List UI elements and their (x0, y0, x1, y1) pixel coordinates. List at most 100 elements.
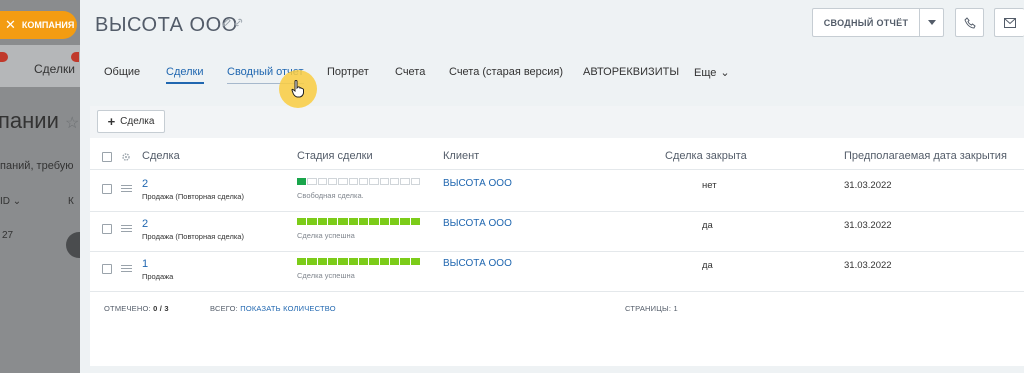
stage-segment[interactable] (410, 218, 420, 225)
tab-invoices[interactable]: Счета (395, 66, 425, 78)
stage-segment[interactable] (358, 178, 369, 185)
stage-segment[interactable] (297, 258, 307, 265)
link-icon[interactable] (234, 18, 243, 27)
background-k-header: К (68, 196, 74, 207)
close-icon: ✕ (5, 17, 16, 32)
stage-segment[interactable] (369, 178, 379, 185)
deal-link[interactable]: 1 (142, 258, 148, 270)
stage-segment[interactable] (327, 178, 338, 185)
stage-segment[interactable] (348, 178, 358, 185)
stage-segment[interactable] (400, 218, 410, 225)
stage-segment[interactable] (348, 218, 358, 225)
drag-handle-icon[interactable] (121, 263, 132, 274)
deals-grid-card: + Сделка Сделка Стадия сделки Клиент Сде… (90, 106, 1024, 366)
table-row[interactable]: 1 Продажа Сделка успешна ВЫСОТА ООО да 3… (90, 252, 1024, 292)
stage-progress-bar[interactable] (297, 178, 420, 185)
column-header-deal[interactable]: Сделка (142, 150, 180, 162)
stage-segment[interactable] (317, 258, 327, 265)
stage-segment[interactable] (307, 258, 317, 265)
stage-segment[interactable] (317, 218, 327, 225)
stage-segment[interactable] (358, 218, 369, 225)
column-header-close-date[interactable]: Предполагаемая дата закрытия (844, 150, 1007, 162)
stage-segment[interactable] (400, 178, 410, 185)
stage-segment[interactable] (410, 178, 420, 185)
stage-segment[interactable] (379, 258, 389, 265)
background-page: ✕ КОМПАНИЯ Сделки пании ☆ паний, требую … (0, 0, 80, 373)
table-row[interactable]: 2 Продажа (Повторная сделка) Свободная с… (90, 172, 1024, 212)
row-checkbox[interactable] (102, 184, 112, 194)
close-date-value: 31.03.2022 (844, 220, 892, 231)
mail-icon (1003, 17, 1016, 28)
summary-report-button[interactable]: СВОДНЫЙ ОТЧЁТ (812, 8, 944, 37)
stage-segment[interactable] (410, 258, 420, 265)
stage-label: Сделка успешна (297, 231, 355, 240)
stage-segment[interactable] (338, 178, 348, 185)
stage-segment[interactable] (389, 178, 400, 185)
tab-general[interactable]: Общие (104, 66, 140, 78)
background-page-title: пании ☆ (0, 108, 80, 133)
tab-deals[interactable]: Сделки (166, 66, 204, 84)
stage-segment[interactable] (297, 218, 307, 225)
avatar (66, 232, 80, 258)
grid-footer: ОТМЕЧЕНО: 0 / 3 ВСЕГО: ПОКАЗАТЬ КОЛИЧЕСТ… (90, 290, 1024, 326)
deal-type: Продажа (142, 272, 174, 281)
row-checkbox[interactable] (102, 224, 112, 234)
stage-segment[interactable] (348, 258, 358, 265)
stage-segment[interactable] (307, 178, 317, 185)
tab-invoices-old[interactable]: Счета (старая версия) (449, 66, 563, 78)
background-row-value: 27 (2, 230, 14, 241)
tab-portrait[interactable]: Портрет (327, 66, 369, 78)
tab-autorequisites[interactable]: АВТОРЕКВИЗИТЫ (583, 66, 679, 78)
drag-handle-icon[interactable] (121, 223, 132, 234)
mail-button[interactable] (994, 8, 1024, 37)
client-link[interactable]: ВЫСОТА ООО (443, 258, 512, 269)
stage-segment[interactable] (379, 178, 389, 185)
drag-handle-icon[interactable] (121, 183, 132, 194)
stage-segment[interactable] (369, 258, 379, 265)
tab-bar: Общие Сделки Сводный отчет Портрет Счета… (80, 59, 1024, 89)
stage-segment[interactable] (379, 218, 389, 225)
stage-label: Свободная сделка. (297, 191, 364, 200)
background-deals-tab: Сделки (34, 62, 75, 76)
column-header-stage[interactable]: Стадия сделки (297, 150, 373, 162)
deal-closed-value: нет (702, 180, 717, 191)
stage-segment[interactable] (317, 178, 327, 185)
title-actions (222, 18, 243, 27)
stage-progress-bar[interactable] (297, 218, 420, 225)
stage-segment[interactable] (297, 178, 307, 185)
stage-segment[interactable] (327, 258, 338, 265)
add-deal-button[interactable]: + Сделка (97, 110, 165, 133)
chevron-down-icon[interactable] (919, 9, 943, 36)
background-id-header: ID ⌄ (0, 196, 22, 207)
stage-segment[interactable] (338, 218, 348, 225)
company-slider-panel: ВЫСОТА ООО СВОДНЫЙ ОТЧЁТ Общие Сделки Св… (80, 0, 1024, 373)
stage-segment[interactable] (338, 258, 348, 265)
table-row[interactable]: 2 Продажа (Повторная сделка) Сделка успе… (90, 212, 1024, 252)
column-header-closed[interactable]: Сделка закрыта (665, 150, 747, 162)
deal-closed-value: да (702, 220, 713, 231)
stage-label: Сделка успешна (297, 271, 355, 280)
tab-more[interactable]: Еще ⌄ (694, 66, 730, 79)
column-header-client[interactable]: Клиент (443, 150, 479, 162)
pencil-icon[interactable] (222, 18, 231, 27)
client-link[interactable]: ВЫСОТА ООО (443, 218, 512, 229)
select-all-checkbox[interactable] (102, 152, 112, 162)
stage-segment[interactable] (400, 258, 410, 265)
stage-segment[interactable] (307, 218, 317, 225)
stage-segment[interactable] (358, 258, 369, 265)
row-checkbox[interactable] (102, 264, 112, 274)
stage-segment[interactable] (389, 218, 400, 225)
deal-link[interactable]: 2 (142, 178, 148, 190)
phone-button[interactable] (955, 8, 984, 37)
deal-link[interactable]: 2 (142, 218, 148, 230)
stage-progress-bar[interactable] (297, 258, 420, 265)
client-link[interactable]: ВЫСОТА ООО (443, 178, 512, 189)
gear-icon[interactable] (121, 152, 131, 162)
stage-segment[interactable] (389, 258, 400, 265)
close-date-value: 31.03.2022 (844, 260, 892, 271)
show-count-link[interactable]: ПОКАЗАТЬ КОЛИЧЕСТВО (240, 304, 336, 313)
stage-segment[interactable] (327, 218, 338, 225)
company-close-button[interactable]: ✕ КОМПАНИЯ (0, 11, 77, 39)
stage-segment[interactable] (369, 218, 379, 225)
chevron-down-icon: ⌄ (12, 196, 22, 207)
